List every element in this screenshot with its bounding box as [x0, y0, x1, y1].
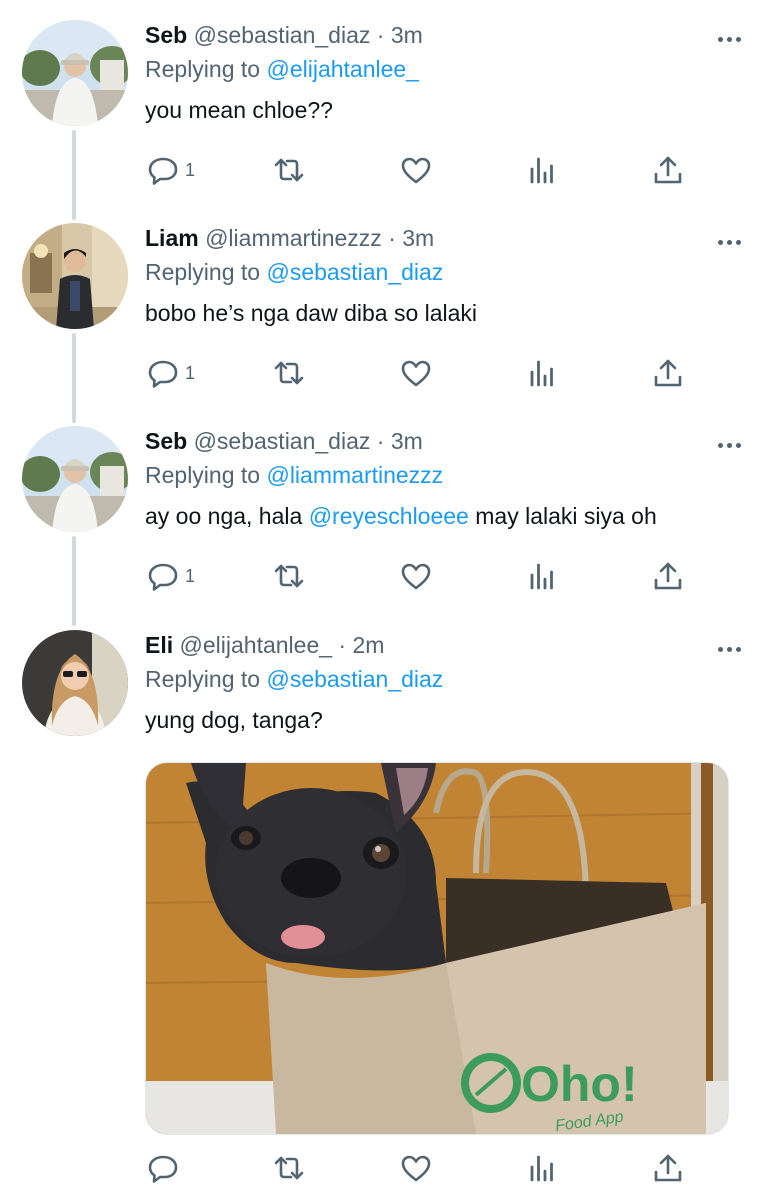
timestamp[interactable]: 3m: [402, 225, 434, 251]
more-icon[interactable]: [718, 231, 746, 253]
reply-button[interactable]: 1: [147, 152, 195, 188]
replying-to-mention[interactable]: @sebastian_diaz: [266, 259, 443, 285]
user-handle[interactable]: @elijahtanlee_: [180, 632, 333, 658]
reply-icon: [148, 1155, 178, 1183]
analytics-button[interactable]: [526, 355, 558, 391]
replying-to-label: Replying to: [145, 259, 261, 285]
retweet-button[interactable]: [273, 355, 305, 391]
replying-to: Replying to @sebastian_diaz: [145, 664, 756, 694]
more-icon[interactable]: [718, 28, 746, 50]
like-button[interactable]: [400, 355, 432, 391]
reply-count: 1: [185, 565, 196, 586]
tweet-text-part: ay oo nga, hala: [145, 503, 309, 529]
tweet-text: yung dog, tanga?: [145, 707, 323, 733]
share-icon: [654, 156, 682, 184]
share-button[interactable]: [652, 1150, 684, 1186]
display-name[interactable]: Eli: [145, 632, 173, 658]
retweet-button[interactable]: [273, 152, 305, 188]
tweet-text: you mean chloe??: [145, 97, 333, 123]
share-button[interactable]: [652, 558, 684, 594]
reply-icon: [148, 157, 178, 185]
tweet-text: ay oo nga, hala @reyeschloeee may lalaki…: [145, 501, 756, 531]
reply-button[interactable]: 1: [147, 355, 195, 391]
timestamp[interactable]: 2m: [352, 632, 384, 658]
more-icon[interactable]: [718, 434, 746, 456]
separator-dot: ·: [388, 225, 396, 251]
reply-icon: [148, 360, 178, 388]
user-handle[interactable]: @sebastian_diaz: [194, 22, 371, 48]
tweet-actions: 1: [145, 558, 705, 594]
analytics-icon: [530, 360, 553, 387]
share-button[interactable]: [652, 355, 684, 391]
tweet-actions: 1: [145, 355, 705, 391]
share-button[interactable]: [652, 152, 684, 188]
display-name[interactable]: Liam: [145, 225, 199, 251]
share-icon: [654, 359, 682, 387]
replying-to-label: Replying to: [145, 56, 261, 82]
reply-button[interactable]: [147, 1150, 185, 1186]
share-icon: [654, 1154, 682, 1182]
tweet-actions: [145, 1150, 705, 1186]
replying-to: Replying to @sebastian_diaz: [145, 257, 756, 287]
reply-button[interactable]: 1: [147, 558, 195, 594]
tweet-header: Eli @elijahtanlee_ · 2m: [145, 630, 756, 660]
like-button[interactable]: [400, 558, 432, 594]
reply-icon: [148, 563, 178, 591]
reply-count: 1: [185, 362, 196, 383]
tweet-header: Seb @sebastian_diaz · 3m: [145, 20, 756, 50]
like-icon: [401, 1155, 431, 1182]
tweet-header: Liam @liammartinezzz · 3m: [145, 223, 756, 253]
analytics-button[interactable]: [526, 1150, 558, 1186]
tweet[interactable]: Seb @sebastian_diaz · 3m Replying to @el…: [0, 20, 776, 220]
like-icon: [401, 157, 431, 184]
replying-to-mention[interactable]: @liammartinezzz: [266, 462, 443, 488]
replying-to-mention[interactable]: @elijahtanlee_: [266, 56, 419, 82]
tweet[interactable]: Liam @liammartinezzz · 3m Replying to @s…: [0, 223, 776, 423]
analytics-button[interactable]: [526, 558, 558, 594]
analytics-icon: [530, 157, 553, 184]
tweet-header: Seb @sebastian_diaz · 3m: [145, 426, 756, 456]
retweet-button[interactable]: [273, 1150, 305, 1186]
retweet-button[interactable]: [273, 558, 305, 594]
replying-to: Replying to @elijahtanlee_: [145, 54, 756, 84]
tweet[interactable]: Seb @sebastian_diaz · 3m Replying to @li…: [0, 426, 776, 626]
user-handle[interactable]: @sebastian_diaz: [194, 428, 371, 454]
like-button[interactable]: [400, 152, 432, 188]
avatar-seb[interactable]: [22, 20, 128, 126]
retweet-icon: [274, 158, 304, 182]
share-icon: [654, 562, 682, 590]
tweet-media-image[interactable]: Oho! Food App: [145, 762, 729, 1135]
separator-dot: ·: [338, 632, 347, 658]
avatar-eli[interactable]: [22, 630, 128, 736]
separator-dot: ·: [376, 428, 385, 454]
retweet-icon: [274, 1156, 304, 1180]
like-icon: [401, 360, 431, 387]
replying-to-label: Replying to: [145, 666, 261, 692]
analytics-button[interactable]: [526, 152, 558, 188]
timestamp[interactable]: 3m: [391, 428, 423, 454]
like-button[interactable]: [400, 1150, 432, 1186]
replying-to-label: Replying to: [145, 462, 261, 488]
reply-count: 1: [185, 159, 196, 180]
like-icon: [401, 563, 431, 590]
tweet-text-part: may lalaki siya oh: [468, 503, 657, 529]
retweet-icon: [274, 361, 304, 385]
separator-dot: ·: [376, 22, 385, 48]
timestamp[interactable]: 3m: [391, 22, 423, 48]
replying-to-mention[interactable]: @sebastian_diaz: [266, 666, 443, 692]
user-handle[interactable]: @liammartinezzz: [205, 225, 382, 251]
tweet-text: bobo he’s nga daw diba so lalaki: [145, 300, 478, 326]
retweet-icon: [274, 564, 304, 588]
avatar-liam[interactable]: [22, 223, 128, 329]
bag-logo-text: Oho!: [521, 1056, 638, 1112]
analytics-icon: [530, 1155, 553, 1182]
tweet-actions: 1: [145, 152, 705, 188]
inline-mention[interactable]: @reyeschloeee: [309, 503, 469, 529]
analytics-icon: [530, 563, 553, 590]
display-name[interactable]: Seb: [145, 22, 187, 48]
avatar-seb[interactable]: [22, 426, 128, 532]
replying-to: Replying to @liammartinezzz: [145, 460, 756, 490]
display-name[interactable]: Seb: [145, 428, 187, 454]
more-icon[interactable]: [718, 638, 746, 660]
